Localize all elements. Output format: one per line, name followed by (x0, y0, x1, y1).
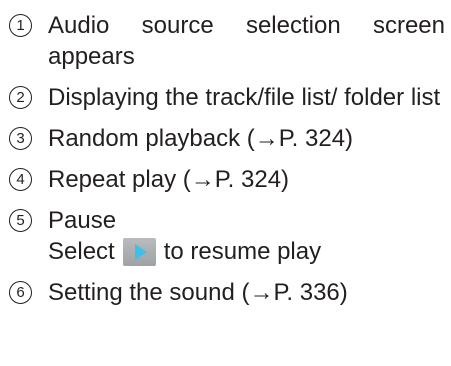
list-item: 2 Displaying the track/file list/ folder… (9, 82, 445, 113)
item-text: Audio source selection screen appears (48, 12, 445, 70)
item-content: Pause Select to resume play (48, 205, 445, 267)
item-number: 5 (9, 209, 32, 232)
list-item: 3 Random playback (→P. 324) (9, 123, 445, 154)
item-text: Repeat play (→P. 324) (48, 166, 290, 193)
item-number: 1 (9, 14, 32, 37)
item-number: 3 (9, 127, 32, 150)
subtext-before: Select (48, 238, 115, 265)
item-text: Displaying the track/file list/ folder l… (48, 84, 441, 111)
item-subtext: Select to resume play (48, 236, 445, 267)
item-number: 2 (9, 86, 32, 109)
instruction-list: 1 Audio source selection screen appears … (9, 10, 445, 318)
item-text: Pause (48, 207, 117, 234)
item-text: Random playback (→P. 324) (48, 125, 354, 152)
play-icon (122, 237, 156, 266)
item-number: 4 (9, 168, 32, 191)
list-item: 6 Setting the sound (→P. 336) (9, 277, 445, 308)
list-item: 4 Repeat play (→P. 324) (9, 164, 445, 195)
item-text: Setting the sound (→P. 336) (48, 279, 348, 306)
item-number: 6 (9, 281, 32, 304)
list-item: 1 Audio source selection screen appears (9, 10, 445, 72)
list-item: 5 Pause Select to resume play (9, 205, 445, 267)
subtext-after: to resume play (163, 238, 322, 265)
